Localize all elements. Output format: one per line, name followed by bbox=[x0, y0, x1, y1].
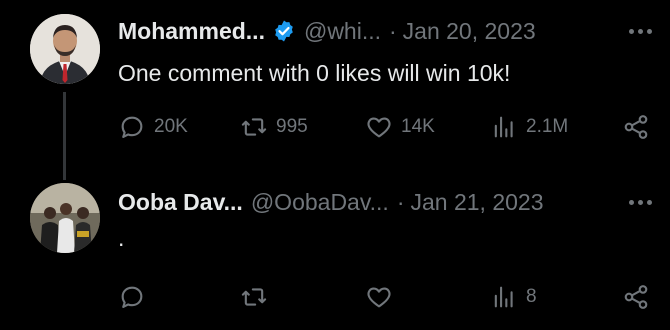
view-count: 2.1M bbox=[526, 116, 569, 137]
views-chart-icon bbox=[494, 116, 513, 138]
separator-dot: · bbox=[389, 17, 397, 44]
avatar[interactable] bbox=[30, 14, 100, 84]
tweet-header: Mohammed... @whi... · Jan 20, 2023 bbox=[118, 14, 652, 48]
tweet-text: . bbox=[118, 225, 125, 251]
view-count: 8 bbox=[526, 286, 537, 307]
retweet-button[interactable] bbox=[240, 281, 276, 313]
reply-icon bbox=[121, 286, 143, 308]
views-button[interactable]: 8 bbox=[490, 281, 537, 313]
tweet-text: One comment with 0 likes will win 10k! bbox=[118, 60, 511, 86]
retweet-icon bbox=[241, 118, 267, 136]
views-chart-icon bbox=[494, 286, 513, 308]
reply-button[interactable]: 20K bbox=[118, 111, 188, 143]
share-button[interactable] bbox=[622, 281, 650, 313]
separator-dot: · bbox=[396, 188, 405, 215]
share-icon bbox=[624, 285, 648, 309]
retweet-count: 995 bbox=[276, 116, 308, 137]
tweet-original[interactable]: Mohammed... @whi... · Jan 20, 2023 One c… bbox=[0, 0, 670, 180]
handle[interactable]: @whi... bbox=[304, 18, 381, 45]
share-button[interactable] bbox=[622, 111, 650, 143]
retweet-button[interactable]: 995 bbox=[240, 111, 308, 143]
display-name[interactable]: Ooba Dav... bbox=[118, 189, 243, 216]
tweet-actions: 8 bbox=[118, 281, 650, 313]
retweet-icon bbox=[241, 288, 267, 306]
views-button[interactable]: 2.1M bbox=[490, 111, 568, 143]
like-button[interactable]: 14K bbox=[365, 111, 435, 143]
like-count: 14K bbox=[401, 116, 435, 137]
heart-icon bbox=[367, 287, 391, 308]
tweet-reply[interactable]: Ooba Dav... @OobaDav... · Jan 21, 2023 . bbox=[0, 175, 670, 330]
reply-button[interactable] bbox=[118, 281, 154, 313]
reply-count: 20K bbox=[154, 116, 188, 137]
like-button[interactable] bbox=[365, 281, 401, 313]
heart-icon bbox=[367, 117, 391, 138]
share-icon bbox=[624, 115, 648, 139]
display-name[interactable]: Mohammed... bbox=[118, 18, 265, 45]
tweet-actions: 20K 995 14K 2.1M bbox=[118, 111, 650, 143]
handle[interactable]: @OobaDav... bbox=[251, 189, 389, 216]
tweet-date[interactable]: Jan 21, 2023 bbox=[410, 189, 543, 216]
reply-icon bbox=[121, 116, 143, 138]
more-horizontal-icon[interactable] bbox=[629, 189, 652, 215]
thread-line bbox=[63, 92, 66, 180]
avatar[interactable] bbox=[30, 183, 100, 253]
tweet-header: Ooba Dav... @OobaDav... · Jan 21, 2023 bbox=[118, 185, 652, 219]
verified-badge-icon bbox=[272, 19, 296, 43]
more-horizontal-icon[interactable] bbox=[629, 18, 652, 44]
tweet-date[interactable]: Jan 20, 2023 bbox=[403, 18, 536, 45]
